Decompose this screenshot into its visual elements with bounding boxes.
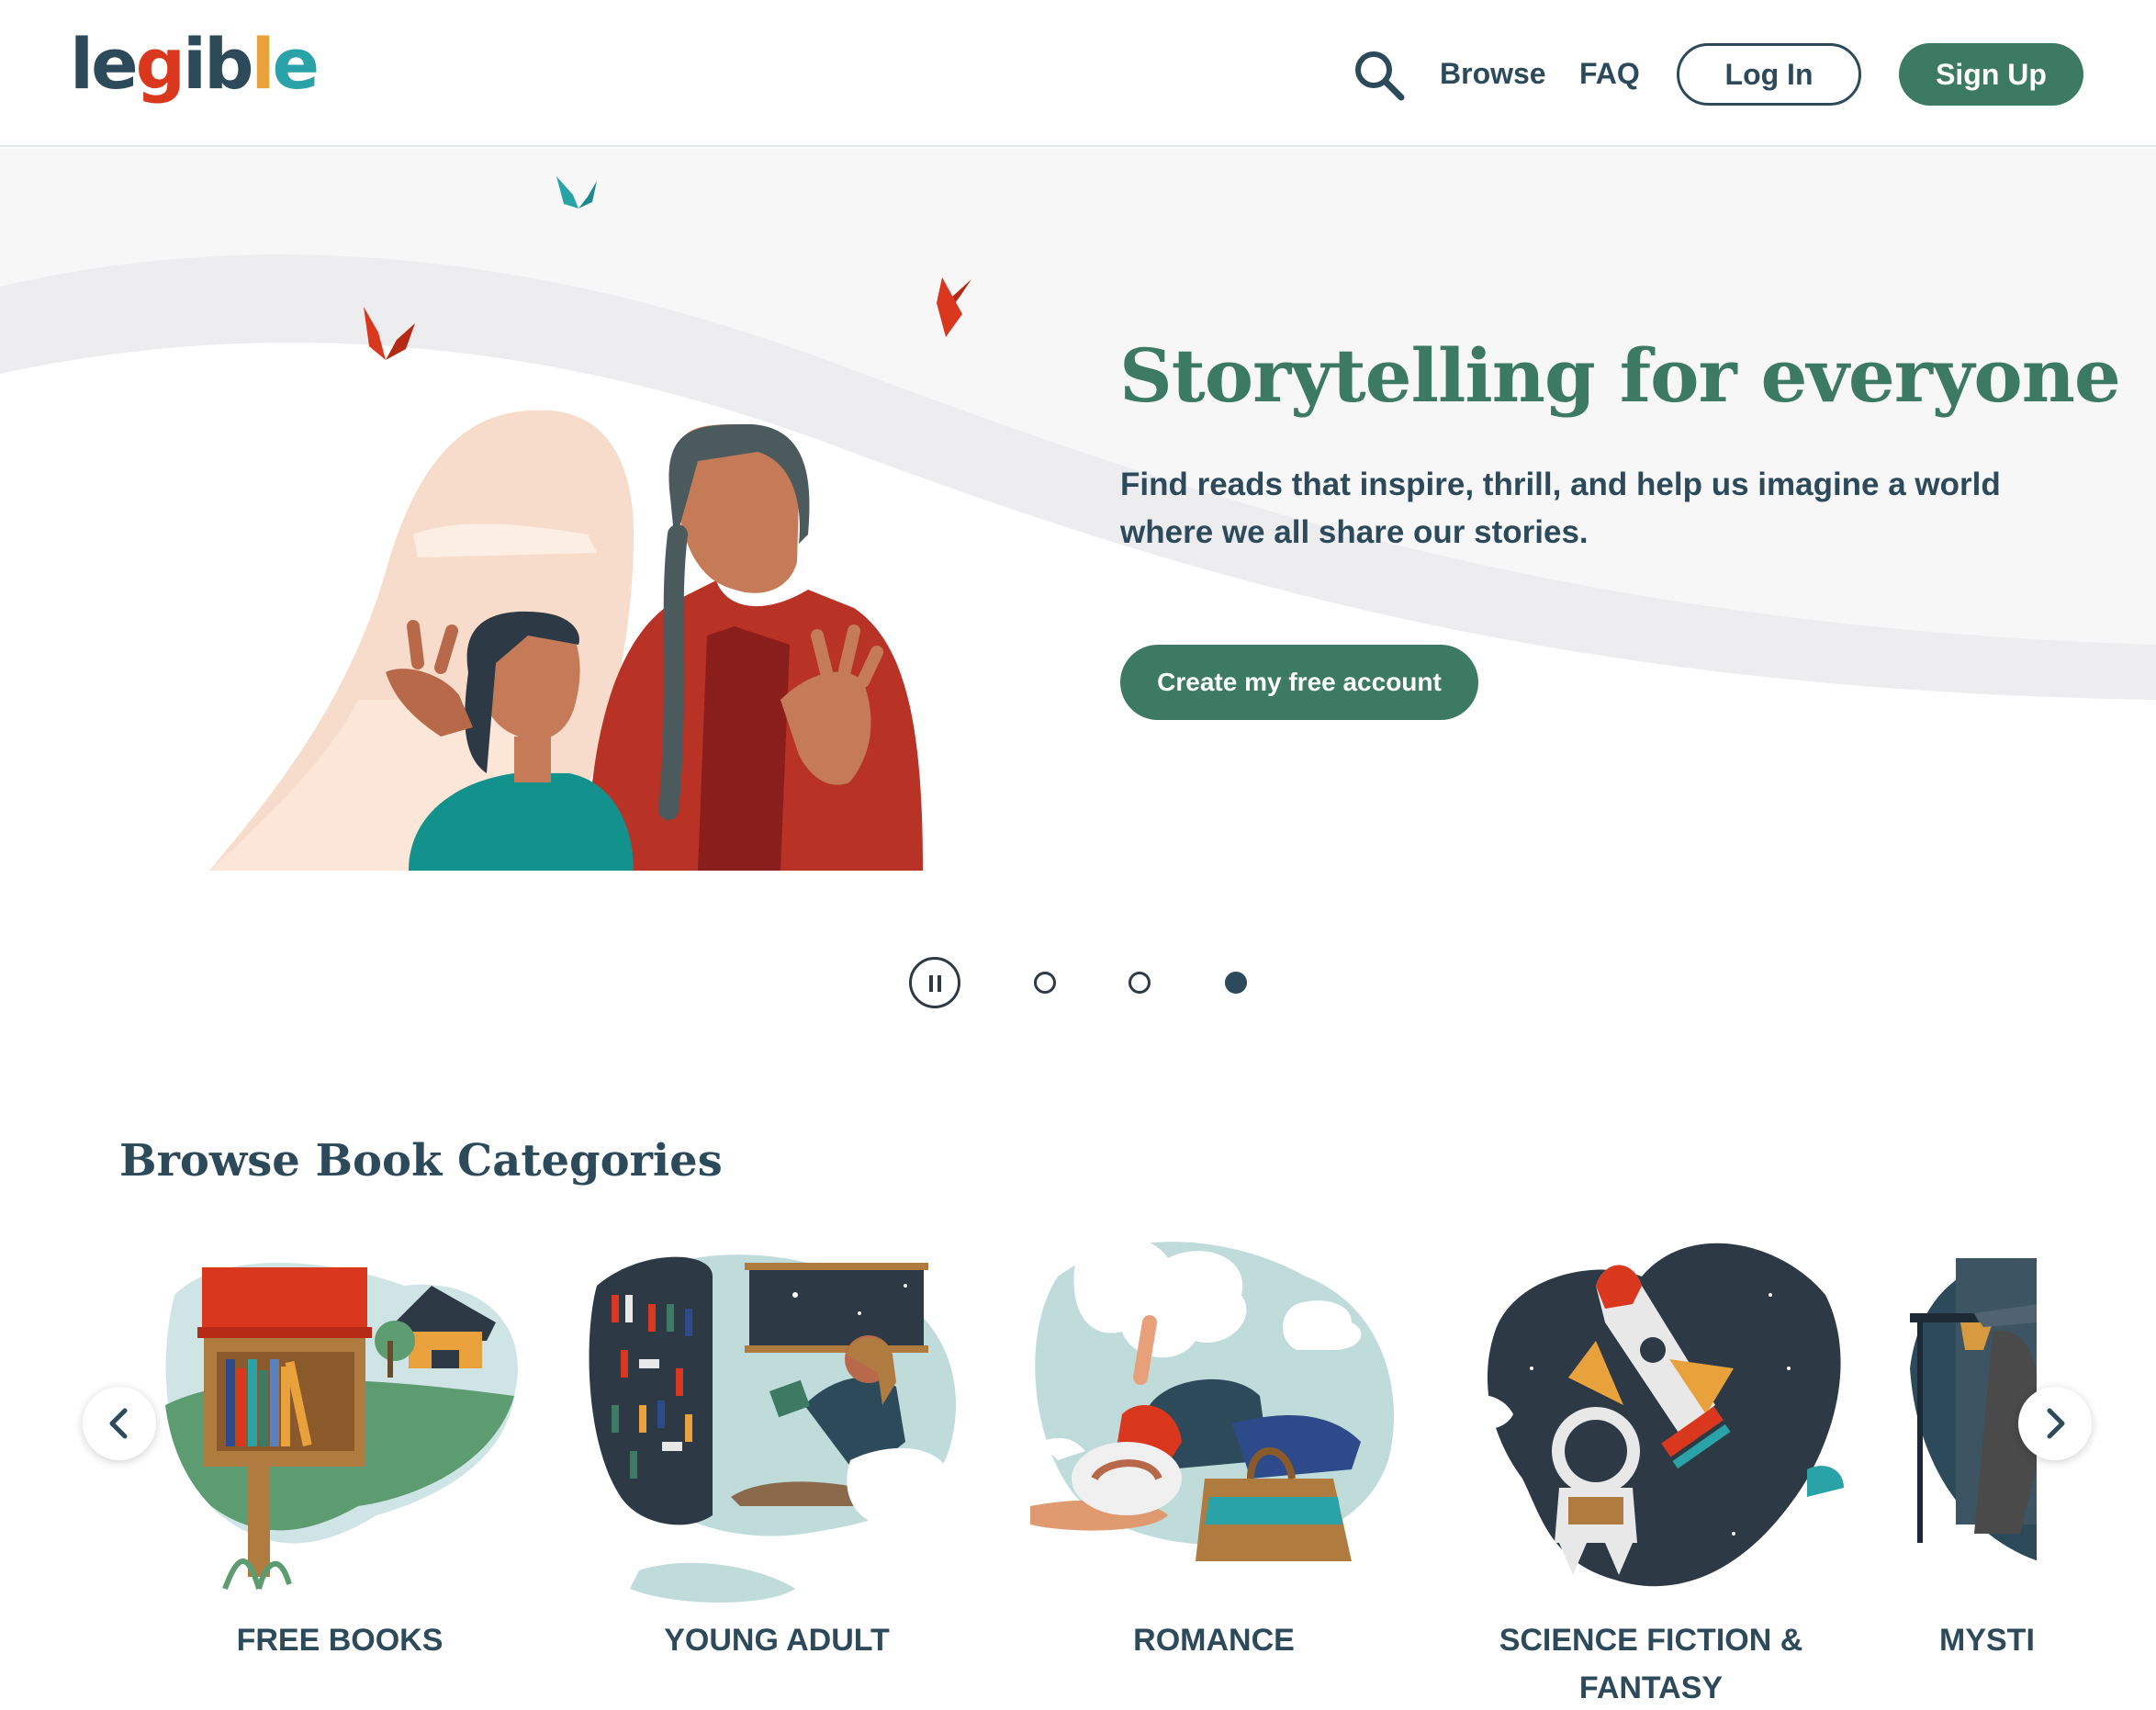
free-books-illustration — [165, 1263, 518, 1591]
logo-letter: l — [251, 23, 275, 105]
nav-faq-link[interactable]: FAQ — [1579, 57, 1640, 91]
nav-browse-link[interactable]: Browse — [1440, 57, 1546, 91]
category-label-mystery[interactable]: MYSTI — [1892, 1616, 2037, 1664]
flying-book-icon — [556, 176, 597, 208]
chevron-right-icon[interactable] — [2018, 1387, 2092, 1460]
hero-title: Storytelling for everyone — [1119, 332, 2121, 419]
category-label-romance[interactable]: ROMANCE — [1021, 1616, 1407, 1664]
category-label-free-books[interactable]: FREE BOOKS — [147, 1616, 533, 1664]
category-label-science-fiction-fantasy[interactable]: SCIENCE FICTION & FANTASY — [1458, 1616, 1844, 1710]
site-header: legible Browse FAQ Log In Sign Up — [0, 0, 2156, 147]
logo-letter: e — [272, 23, 320, 105]
login-button[interactable]: Log In — [1677, 43, 1861, 106]
search-icon[interactable] — [1352, 48, 1407, 103]
logo-letter: b — [204, 23, 253, 105]
slide-dot-1[interactable] — [1034, 972, 1056, 994]
category-card-young-adult[interactable] — [584, 1221, 970, 1662]
science-fiction-illustration — [1458, 1243, 1844, 1587]
slide-dot-2[interactable] — [1129, 972, 1151, 994]
category-card-free-books[interactable] — [147, 1221, 533, 1662]
category-card-romance[interactable] — [1021, 1221, 1407, 1662]
hero-banner: Storytelling for everyone Find reads tha… — [0, 149, 2156, 948]
young-adult-illustration — [589, 1254, 957, 1603]
browse-categories-heading: Browse Book Categories — [119, 1135, 723, 1187]
logo-letter: e — [91, 23, 139, 105]
category-label-young-adult[interactable]: YOUNG ADULT — [584, 1616, 970, 1664]
signup-button[interactable]: Sign Up — [1899, 43, 2083, 106]
create-account-button[interactable]: Create my free account — [1120, 645, 1478, 720]
slide-dot-3-active[interactable] — [1225, 972, 1247, 994]
logo-letter: g — [135, 23, 185, 105]
mystery-illustration — [1910, 1258, 2037, 1561]
legible-logo[interactable]: legible — [70, 23, 320, 105]
romance-illustration — [1030, 1237, 1394, 1561]
hero-subtitle: Find reads that inspire, thrill, and hel… — [1120, 467, 2001, 550]
category-card-science-fiction-fantasy[interactable] — [1458, 1221, 1844, 1662]
logo-letter: l — [70, 23, 94, 105]
logo-letter: i — [183, 23, 207, 105]
chevron-left-icon[interactable] — [83, 1387, 156, 1460]
pause-icon[interactable] — [909, 957, 960, 1008]
